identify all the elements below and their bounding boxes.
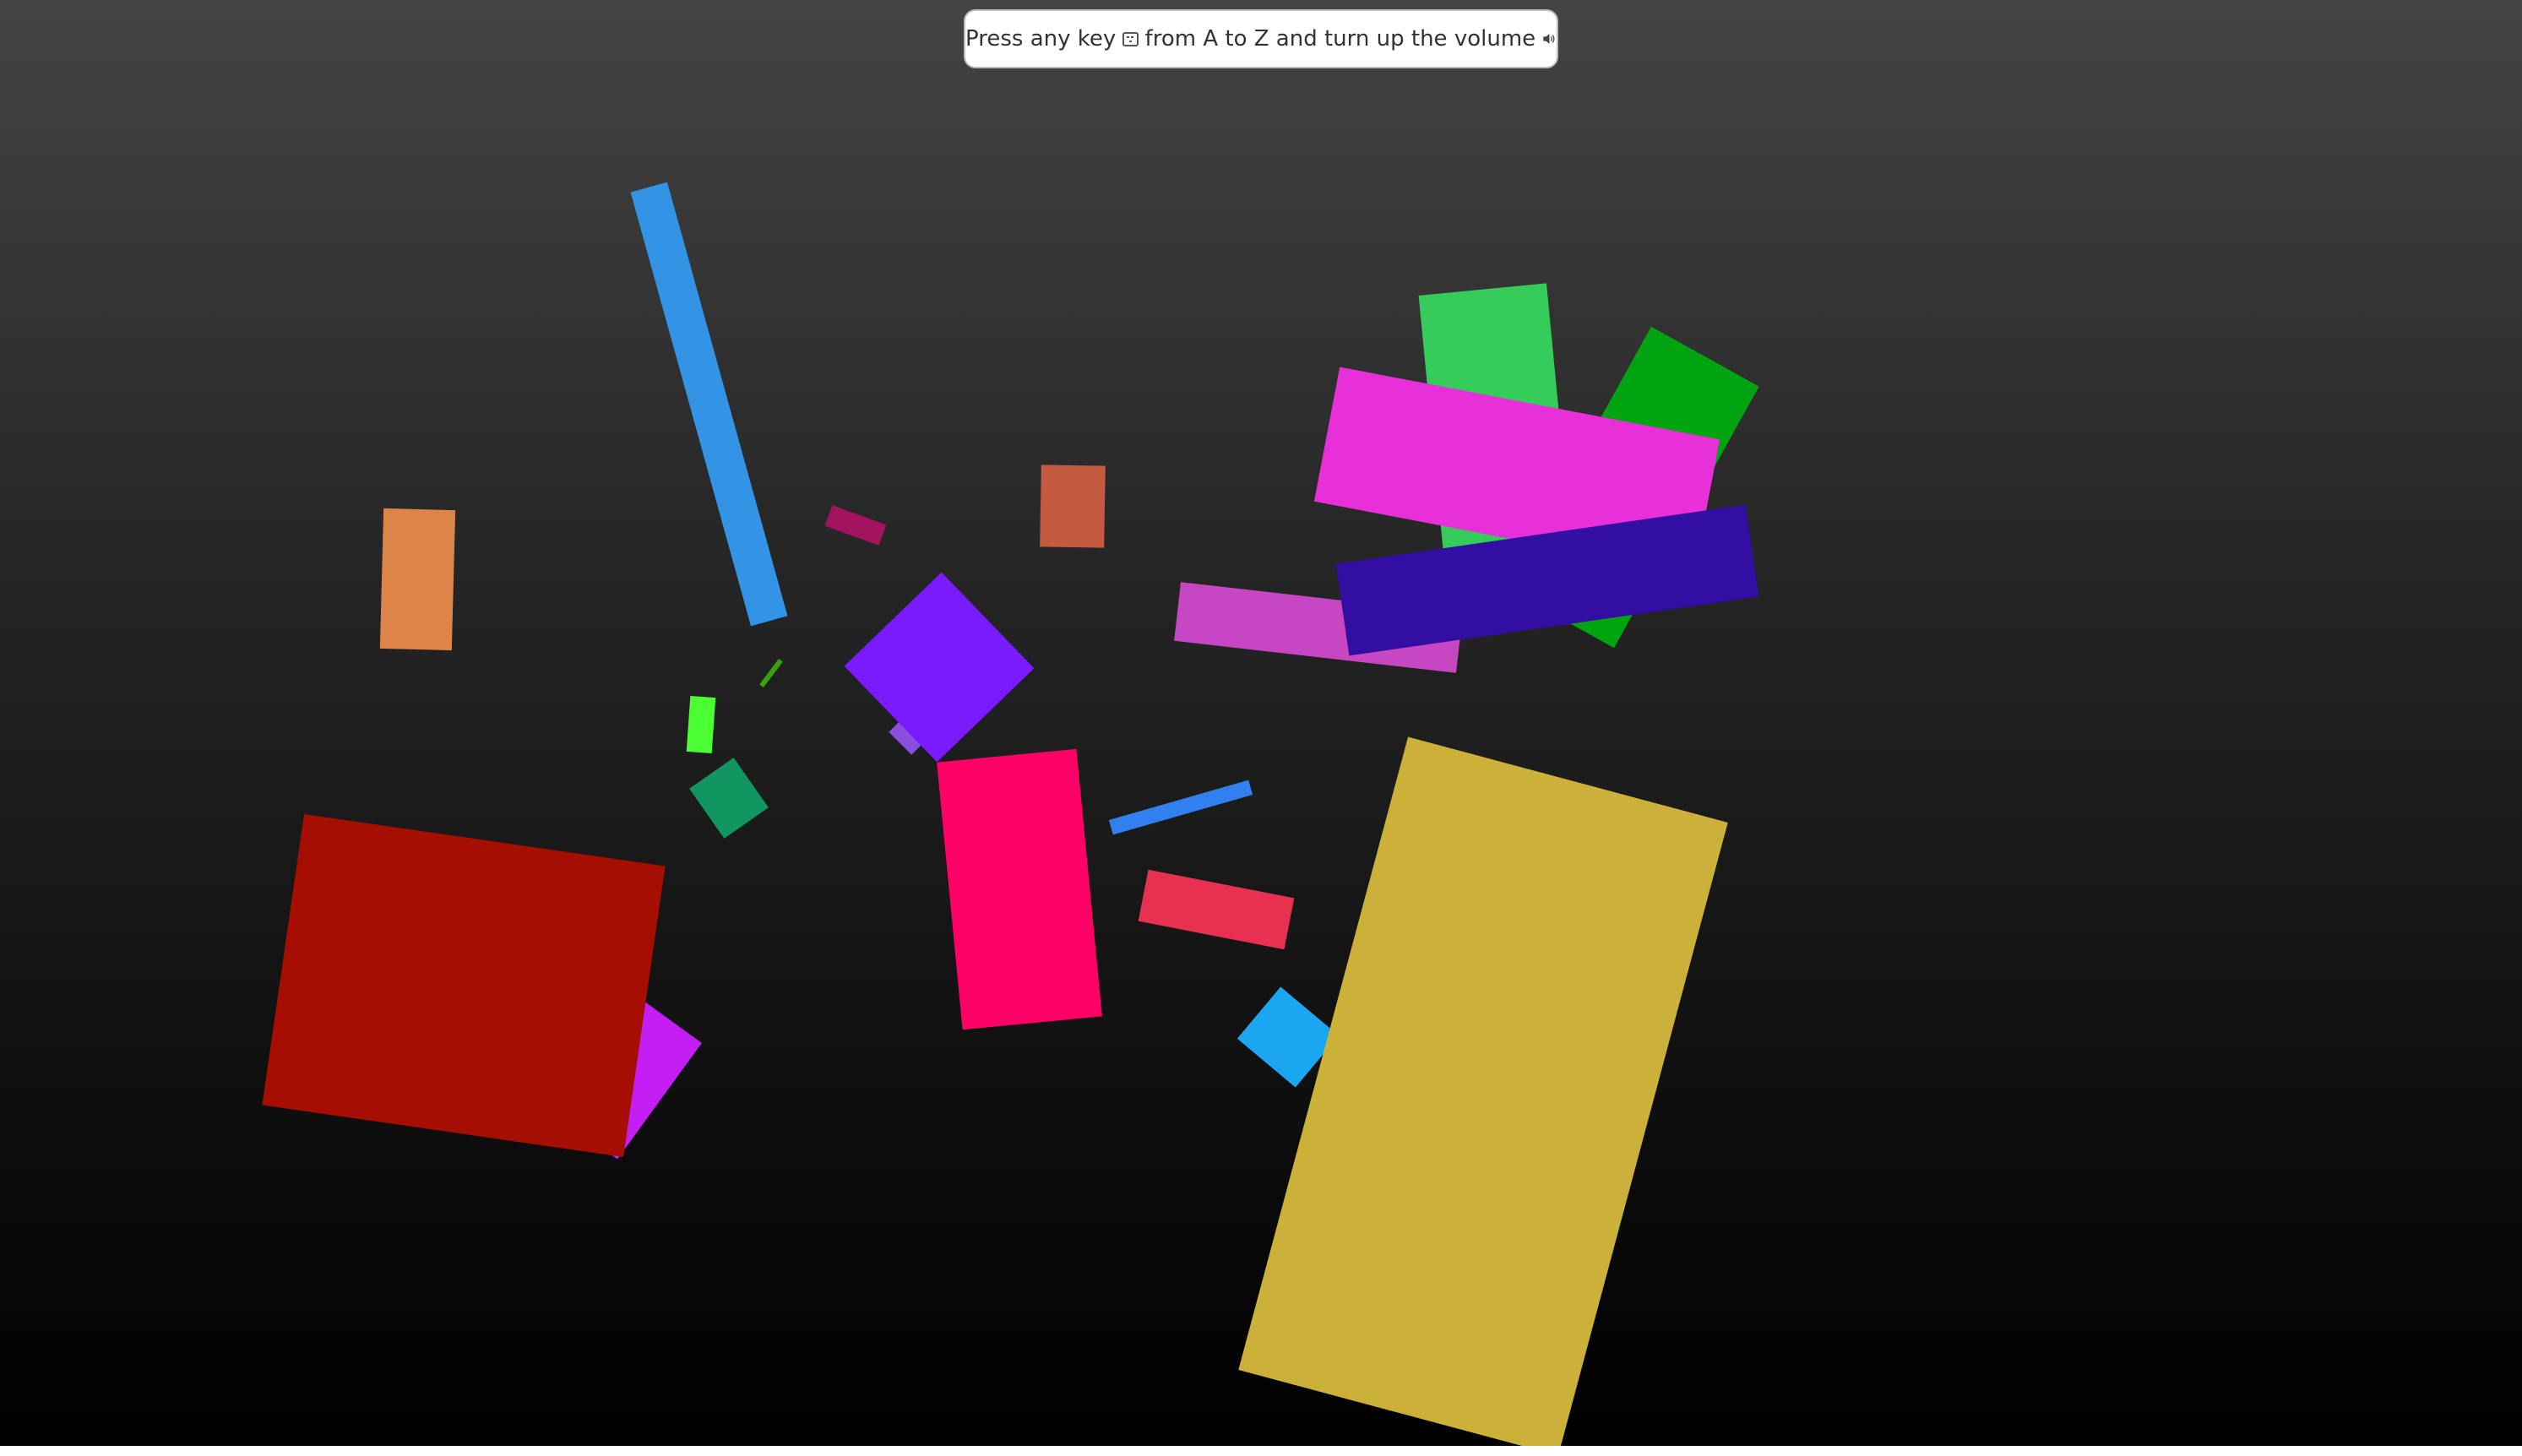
shape-blue-long-bar: [630, 182, 788, 627]
shape-pink-rect: [937, 748, 1102, 1030]
shape-orange-rect: [379, 508, 456, 651]
shape-terracotta-rect: [1040, 465, 1106, 548]
shape-violet-rect: [844, 572, 1035, 763]
shape-teal-rect: [689, 758, 769, 839]
instruction-banner: Press any key from A to Z and turn up th…: [964, 9, 1558, 68]
shape-maroon-small: [824, 505, 887, 546]
keyboard-icon: [1122, 31, 1139, 46]
shape-gold-large: [1238, 736, 1728, 1446]
shape-lime-rect: [686, 696, 716, 753]
shape-coral-rect: [1138, 869, 1295, 950]
canvas-stage[interactable]: Press any key from A to Z and turn up th…: [0, 0, 2522, 1446]
speaker-volume-icon: [1543, 34, 1555, 44]
shape-green-line: [759, 659, 783, 687]
instruction-text-end: from A to Z and turn up the volume: [1144, 26, 1536, 52]
instruction-text-start: Press any key: [965, 26, 1117, 52]
shape-dark-red-rect: [262, 813, 666, 1158]
shape-blue-thin-bar: [1108, 780, 1253, 835]
